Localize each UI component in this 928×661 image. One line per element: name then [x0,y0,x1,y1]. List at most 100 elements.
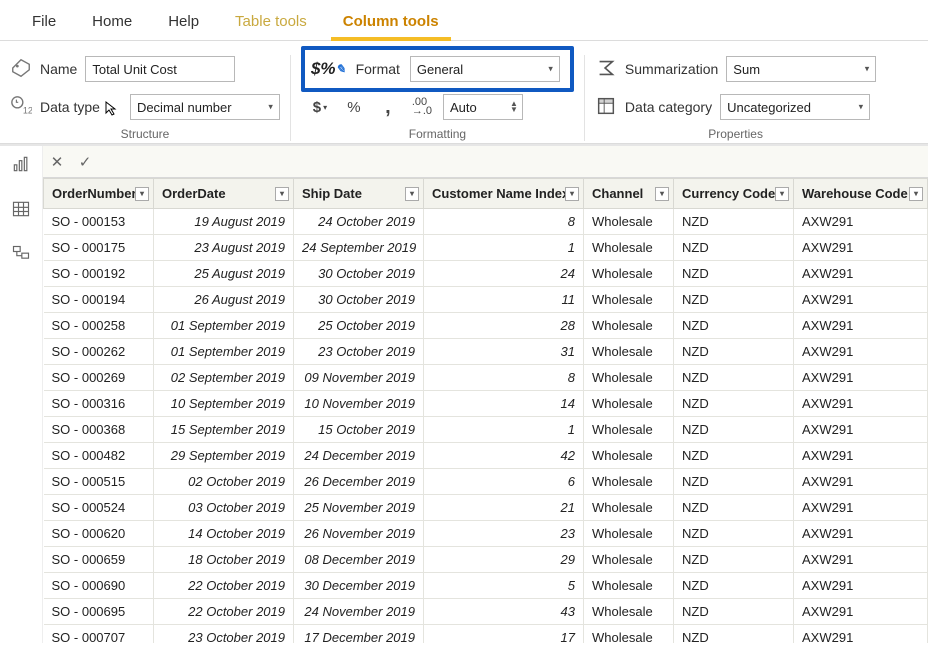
table-cell: AXW291 [794,495,928,521]
table-row[interactable]: SO - 00019426 August 201930 October 2019… [44,287,928,313]
table-cell: Wholesale [584,339,674,365]
table-cell: 42 [424,443,584,469]
table-row[interactable]: SO - 00025801 September 201925 October 2… [44,313,928,339]
table-row[interactable]: SO - 00026902 September 201909 November … [44,365,928,391]
format-label: Format [356,61,400,77]
column-header[interactable]: OrderDate▾ [154,179,294,209]
table-cell: 24 September 2019 [294,235,424,261]
table-cell: 23 August 2019 [154,235,294,261]
format-select[interactable]: General▾ [410,56,560,82]
filter-icon[interactable]: ▾ [775,187,789,201]
table-cell: AXW291 [794,313,928,339]
column-header[interactable]: Currency Code▾ [674,179,794,209]
table-cell: NZD [674,625,794,644]
thousands-button[interactable]: , [375,94,401,120]
menu-table-tools[interactable]: Table tools [217,5,325,40]
column-header-label: Ship Date [302,186,362,201]
table-cell: SO - 000620 [44,521,154,547]
table-cell: Wholesale [584,365,674,391]
table-cell: 03 October 2019 [154,495,294,521]
table-row[interactable]: SO - 00051502 October 201926 December 20… [44,469,928,495]
table-cell: Wholesale [584,625,674,644]
formula-commit-button[interactable]: ✓ [71,153,99,171]
filter-icon[interactable]: ▾ [655,187,669,201]
formula-cancel-button[interactable]: ✕ [43,153,71,171]
column-header[interactable]: Channel ▾ [584,179,674,209]
table-cell: SO - 000707 [44,625,154,644]
table-cell: NZD [674,235,794,261]
table-cell: NZD [674,417,794,443]
filter-icon[interactable]: ▾ [275,187,289,201]
column-header-label: Channel [592,186,643,201]
table-cell: SO - 000153 [44,209,154,235]
table-cell: SO - 000690 [44,573,154,599]
table-cell: 01 September 2019 [154,339,294,365]
chevron-down-icon: ▾ [865,64,870,75]
percent-button[interactable]: % [341,94,367,120]
table-cell: 14 [424,391,584,417]
table-cell: 01 September 2019 [154,313,294,339]
table-cell: NZD [674,599,794,625]
chevron-down-icon: ▾ [859,102,864,113]
table-row[interactable]: SO - 00065918 October 201908 December 20… [44,547,928,573]
table-row[interactable]: SO - 00036815 September 201915 October 2… [44,417,928,443]
table-cell: 31 [424,339,584,365]
table-cell: 18 October 2019 [154,547,294,573]
menu-help[interactable]: Help [150,5,217,40]
report-view-icon[interactable] [11,154,31,177]
formula-input[interactable] [99,146,928,177]
table-cell: SO - 000659 [44,547,154,573]
menu-home[interactable]: Home [74,5,150,40]
data-category-label: Data category [625,99,712,115]
currency-button[interactable]: $▾ [307,94,333,120]
data-view-icon[interactable] [11,199,31,222]
table-row[interactable]: SO - 00069022 October 201930 December 20… [44,573,928,599]
table-cell: AXW291 [794,625,928,644]
menu-file[interactable]: File [14,5,74,40]
table-row[interactable]: SO - 00069522 October 201924 November 20… [44,599,928,625]
filter-icon[interactable]: ▾ [405,187,419,201]
table-cell: SO - 000269 [44,365,154,391]
group-label-formatting: Formatting [409,127,466,141]
table-cell: 30 October 2019 [294,261,424,287]
column-header[interactable]: Customer Name Index▾ [424,179,584,209]
filter-icon[interactable]: ▾ [135,187,149,201]
table-cell: SO - 000194 [44,287,154,313]
table-cell: Wholesale [584,235,674,261]
column-header[interactable]: Warehouse Code▾ [794,179,928,209]
data-category-icon [595,95,617,120]
summarization-select[interactable]: Sum▾ [726,56,876,82]
table-row[interactable]: SO - 00070723 October 201917 December 20… [44,625,928,644]
decimal-shift-button[interactable]: .00→.0 [409,94,435,120]
filter-icon[interactable]: ▾ [909,187,923,201]
table-cell: 24 [424,261,584,287]
table-row[interactable]: SO - 00031610 September 201910 November … [44,391,928,417]
table-cell: NZD [674,313,794,339]
data-category-select[interactable]: Uncategorized▾ [720,94,870,120]
table-row[interactable]: SO - 00052403 October 201925 November 20… [44,495,928,521]
table-cell: AXW291 [794,599,928,625]
table-cell: 11 [424,287,584,313]
menu-column-tools[interactable]: Column tools [325,5,457,40]
filter-icon[interactable]: ▾ [565,187,579,201]
table-cell: Wholesale [584,391,674,417]
group-formatting: $%✎ Format General▾ $▾ % , .00→.0 Auto▲▼… [301,55,574,141]
table-row[interactable]: SO - 00017523 August 201924 September 20… [44,235,928,261]
table-cell: AXW291 [794,235,928,261]
chevron-down-icon: ▾ [268,102,273,113]
table-cell: NZD [674,495,794,521]
table-cell: Wholesale [584,599,674,625]
datatype-select[interactable]: Decimal number▾ [130,94,280,120]
column-header[interactable]: OrderNumber▾ [44,179,154,209]
column-header[interactable]: Ship Date ▾ [294,179,424,209]
table-cell: 15 October 2019 [294,417,424,443]
table-row[interactable]: SO - 00015319 August 201924 October 2019… [44,209,928,235]
table-cell: 23 October 2019 [154,625,294,644]
table-row[interactable]: SO - 00019225 August 201930 October 2019… [44,261,928,287]
decimal-places-input[interactable]: Auto▲▼ [443,94,523,120]
table-row[interactable]: SO - 00048229 September 201924 December … [44,443,928,469]
table-row[interactable]: SO - 00062014 October 201926 November 20… [44,521,928,547]
name-input[interactable]: Total Unit Cost [85,56,235,82]
model-view-icon[interactable] [11,244,31,267]
table-row[interactable]: SO - 00026201 September 201923 October 2… [44,339,928,365]
